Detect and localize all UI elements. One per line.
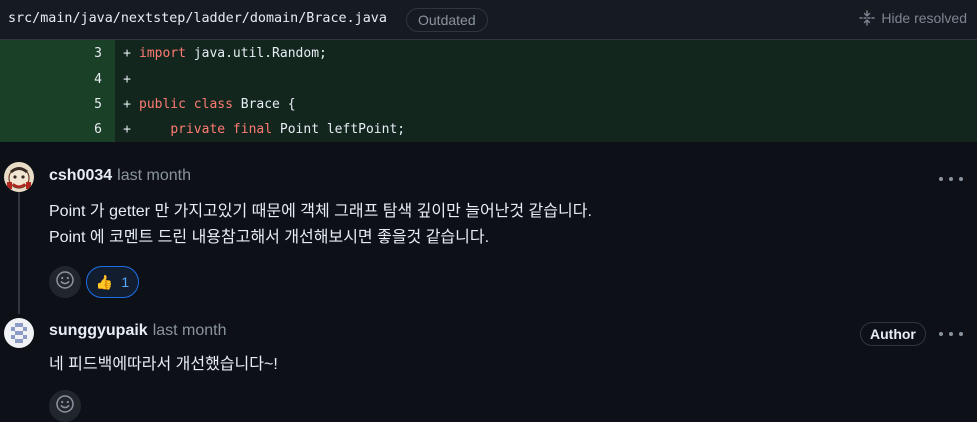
add-reaction-button[interactable] — [49, 266, 81, 298]
smiley-icon — [55, 270, 75, 295]
comment-body: 네 피드백에따라서 개선했습니다~! — [49, 352, 278, 378]
hide-resolved-button[interactable]: Hide resolved — [859, 10, 967, 26]
review-thread: src/main/java/nextstep/ladder/domain/Bra… — [0, 0, 977, 422]
code-rest: Brace { — [232, 97, 296, 112]
more-options-button[interactable] — [939, 326, 963, 342]
timestamp[interactable]: last month — [117, 167, 191, 184]
thumbs-up-icon: 👍 — [95, 273, 114, 290]
diff-sign: + — [123, 122, 131, 137]
diff-line: 5 + public class Brace { — [0, 92, 977, 117]
comment-header: csh0034 last month — [49, 167, 191, 185]
code-keyword: private final — [170, 122, 273, 137]
comment-line: 네 피드백에따라서 개선했습니다~! — [49, 356, 278, 373]
reaction-count: 1 — [121, 274, 130, 290]
comment-header: sunggyupaik last month — [49, 322, 227, 340]
review-comment: sunggyupaik last month 네 피드백에따라서 개선했습니다~! — [0, 312, 977, 422]
code-text: public class Brace { — [139, 97, 296, 112]
kebab-dot — [949, 177, 953, 181]
more-options-button[interactable] — [939, 171, 963, 187]
file-path-link[interactable]: src/main/java/nextstep/ladder/domain/Bra… — [8, 11, 387, 26]
line-number[interactable]: 4 — [0, 67, 115, 92]
diff-sign: + — [123, 97, 131, 112]
diff-line: 6 + private final Point leftPoint; — [0, 117, 977, 142]
author-name[interactable]: csh0034 — [49, 167, 112, 184]
hide-resolved-label: Hide resolved — [881, 10, 967, 26]
kebab-dot — [959, 177, 963, 181]
kebab-horizontal-icon — [939, 177, 943, 181]
avatar[interactable] — [4, 162, 34, 192]
avatar[interactable] — [4, 318, 34, 348]
code-rest: java.util.Random; — [185, 46, 327, 61]
diff-line: 4 + — [0, 67, 977, 92]
line-number[interactable]: 6 — [0, 117, 115, 142]
timestamp[interactable]: last month — [153, 322, 227, 339]
diff-hunk: 3 + import java.util.Random; 4 + 5 + pub… — [0, 40, 977, 142]
line-number[interactable]: 3 — [0, 40, 115, 67]
review-comment: csh0034 last month Point 가 getter 만 가지고있기… — [0, 142, 977, 312]
file-header: src/main/java/nextstep/ladder/domain/Bra… — [0, 0, 977, 40]
code-text: import java.util.Random; — [139, 46, 327, 61]
comment-body: Point 가 getter 만 가지고있기 때문에 객체 그래프 탐색 깊이만… — [49, 199, 592, 251]
code-keyword: import — [139, 46, 186, 61]
comment-line: Point 에 코멘트 드린 내용참고해서 개선해보시면 좋을것 같습니다. — [49, 229, 490, 246]
diff-line: 3 + import java.util.Random; — [0, 40, 977, 67]
outdated-badge: Outdated — [406, 8, 488, 32]
author-badge: Author — [860, 322, 926, 346]
comment-line: Point 가 getter 만 가지고있기 때문에 객체 그래프 탐색 깊이만… — [49, 203, 592, 220]
kebab-dot — [949, 332, 953, 336]
fold-icon — [859, 10, 876, 26]
kebab-horizontal-icon — [939, 332, 943, 336]
author-name[interactable]: sunggyupaik — [49, 322, 148, 339]
code-text: private final Point leftPoint; — [139, 122, 405, 137]
code-keyword: public class — [139, 97, 233, 112]
diff-sign: + — [123, 72, 131, 87]
add-reaction-button[interactable] — [49, 390, 81, 422]
kebab-dot — [959, 332, 963, 336]
smiley-icon — [55, 394, 75, 419]
line-number[interactable]: 5 — [0, 92, 115, 117]
diff-sign: + — [123, 46, 131, 61]
thumbs-up-reaction-button[interactable]: 👍 1 — [86, 266, 139, 298]
code-rest: Point leftPoint; — [272, 122, 406, 137]
